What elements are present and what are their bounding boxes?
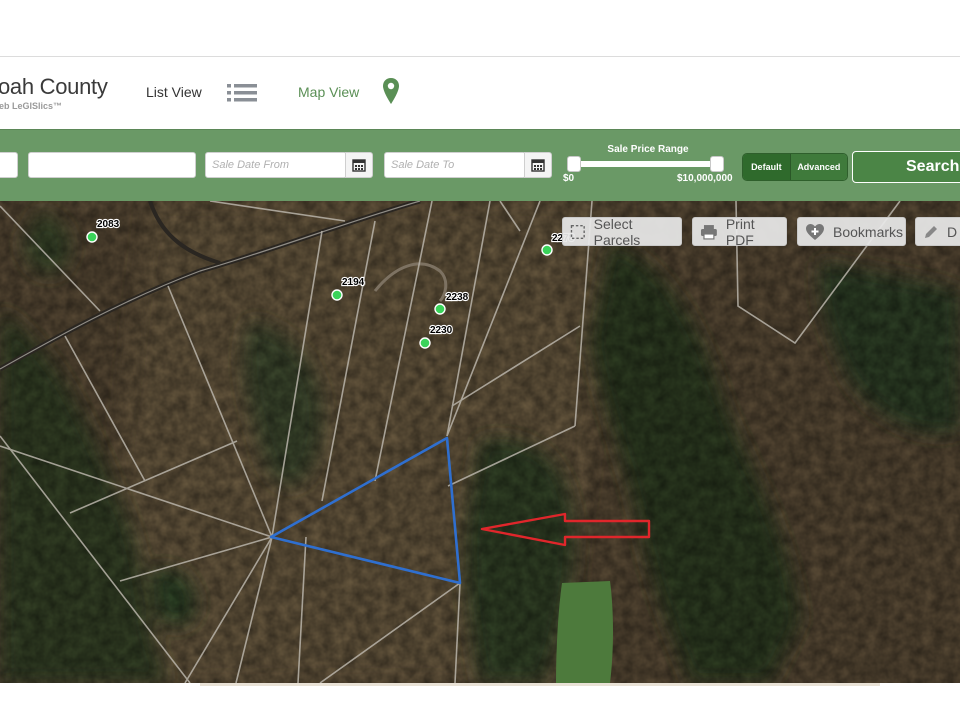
parcel-label: 2238	[446, 292, 469, 303]
county-title: oah County	[0, 74, 108, 99]
price-range-min-handle[interactable]	[567, 156, 581, 172]
map-pin-icon[interactable]	[382, 77, 400, 105]
bookmarks-button[interactable]: Bookmarks	[797, 217, 906, 246]
list-icon[interactable]	[227, 82, 257, 104]
map-view-link[interactable]: Map View	[298, 84, 359, 100]
sale-date-from-input[interactable]	[205, 152, 347, 178]
sale-date-from-calendar-button[interactable]	[345, 152, 373, 178]
open-field	[556, 581, 613, 683]
search-button[interactable]: Search	[852, 151, 960, 183]
page-footer	[0, 683, 960, 720]
bookmarks-label: Bookmarks	[833, 223, 904, 240]
print-pdf-button[interactable]: Print PDF	[692, 215, 787, 248]
search-bar: Sale Price Range $0 $10,000,000 Default …	[0, 129, 960, 202]
brand-subtitle: eb LeGISlics™	[0, 101, 63, 111]
calendar-icon	[531, 159, 545, 172]
price-range-track[interactable]	[567, 161, 724, 167]
app-header: oah County eb LeGISlics™ List View Map V…	[0, 57, 960, 129]
draw-button[interactable]: D	[915, 217, 960, 246]
search-field[interactable]	[28, 152, 196, 178]
list-view-link[interactable]: List View	[146, 84, 202, 100]
terrain-texture	[0, 201, 960, 683]
sale-date-to-calendar-button[interactable]	[524, 152, 552, 178]
search-field-partial[interactable]	[0, 152, 18, 178]
select-parcels-label: Select Parcels	[593, 215, 641, 248]
parcel-label: 2083	[97, 219, 120, 230]
map-canvas[interactable]: 2083 2194 2238 2230 2278	[0, 201, 960, 683]
parcel-label: 2230	[430, 325, 453, 336]
print-pdf-label: Print PDF	[725, 215, 755, 248]
pencil-icon	[925, 225, 937, 238]
price-range-min-value: $0	[563, 173, 575, 184]
price-range-label: Sale Price Range	[607, 144, 689, 155]
aerial-map[interactable]: 2083 2194 2238 2230 2278 Select Parcels	[0, 201, 960, 683]
parcel-label: 2194	[342, 277, 365, 288]
price-range-max-handle[interactable]	[710, 156, 724, 172]
bookmark-heart-icon	[806, 223, 824, 240]
price-range-max-value: $10,000,000	[677, 173, 733, 184]
select-parcels-button[interactable]: Select Parcels	[562, 215, 682, 248]
select-parcels-icon	[570, 224, 585, 239]
calendar-icon	[352, 159, 366, 172]
sale-date-to-input[interactable]	[384, 152, 526, 178]
search-mode-toggle: Default Advanced	[742, 153, 848, 181]
advanced-mode-button[interactable]: Advanced	[789, 154, 847, 180]
draw-label: D	[947, 223, 958, 240]
default-mode-button[interactable]: Default	[743, 154, 790, 180]
printer-icon	[700, 224, 717, 240]
top-blank-area	[0, 0, 960, 56]
footer-edge	[200, 683, 880, 686]
